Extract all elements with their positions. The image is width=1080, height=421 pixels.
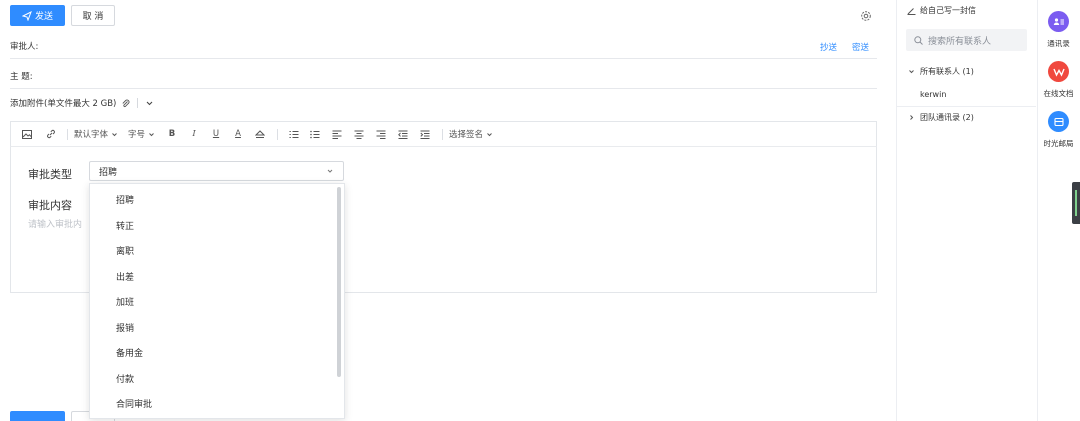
toolbar-divider: [67, 128, 68, 140]
dropdown-option[interactable]: 报销: [90, 315, 344, 341]
approval-type-label: 审批类型: [28, 168, 72, 181]
approval-type-dropdown: 招聘 转正 离职 出差 加班 报销 备用金 付款 合同审批: [89, 183, 345, 419]
cancel-button-label: 取 消: [82, 12, 104, 22]
chevron-down-icon: [149, 132, 154, 136]
bullet-list-icon[interactable]: [304, 124, 326, 144]
font-color-button[interactable]: A: [227, 124, 249, 144]
highlight-icon[interactable]: [249, 124, 271, 144]
signature-label: 选择签名: [449, 130, 484, 140]
attachment-separator: [137, 98, 139, 108]
signature-select[interactable]: 选择签名: [449, 124, 493, 144]
font-size-label: 字号: [128, 130, 146, 140]
send-button-label: 发送: [34, 12, 53, 22]
chevron-right-icon: [910, 115, 914, 120]
pen-icon: [907, 8, 916, 15]
docs-app-label: 在线文档: [1043, 89, 1074, 98]
time-mail-app-button[interactable]: [1048, 111, 1069, 132]
send-icon: [21, 10, 32, 21]
bold-button[interactable]: B: [161, 124, 183, 144]
contact-item[interactable]: kerwin: [920, 90, 946, 99]
send-button[interactable]: 发送: [10, 5, 65, 26]
chevron-down-icon[interactable]: [145, 99, 154, 108]
dropdown-option[interactable]: 出差: [90, 264, 344, 290]
side-drawer-grip: [1075, 190, 1077, 216]
add-attachment-link[interactable]: 添加附件(单文件最大 2 GB): [10, 97, 116, 109]
subject-label: 主 题:: [10, 71, 33, 82]
outdent-icon[interactable]: [392, 124, 414, 144]
dropdown-option[interactable]: 合同审批: [90, 391, 344, 417]
chevron-down-icon: [112, 132, 117, 136]
dropdown-option[interactable]: 加班: [90, 289, 344, 315]
paperclip-icon: [122, 99, 130, 107]
approval-type-value: 招聘: [99, 167, 118, 178]
dropdown-option[interactable]: 招聘: [90, 187, 344, 213]
font-family-label: 默认字体: [74, 130, 109, 140]
contacts-app-button[interactable]: [1048, 11, 1069, 32]
team-contacts-label: 团队通讯录 (2): [920, 113, 974, 122]
dropdown-option[interactable]: 备用金: [90, 340, 344, 366]
toolbar-divider: [277, 128, 279, 140]
link-icon[interactable]: [41, 124, 61, 144]
contacts-app-label: 通讯录: [1047, 39, 1070, 48]
send-button-bottom[interactable]: [10, 411, 65, 421]
dropdown-option[interactable]: 离职: [90, 238, 344, 264]
dropdown-option[interactable]: 转正: [90, 213, 344, 239]
time-mail-icon: [1053, 117, 1064, 126]
approval-content-label: 审批内容: [28, 199, 72, 212]
attachment-row: 添加附件(单文件最大 2 GB): [10, 95, 154, 111]
cc-link[interactable]: 抄送: [820, 41, 837, 53]
compose-panel: 发送 取 消 审批人: 抄送 密送 主 题: 添加附件(单文件最大 2 GB) …: [0, 0, 887, 421]
contact-search-input[interactable]: 搜索所有联系人: [906, 29, 1027, 51]
write-to-self-link[interactable]: 给自己写一封信: [907, 5, 976, 16]
align-left-icon[interactable]: [326, 124, 348, 144]
search-icon: [914, 35, 923, 45]
image-icon[interactable]: [19, 124, 35, 144]
time-mail-app-label: 时光邮局: [1043, 139, 1074, 148]
indent-icon[interactable]: [414, 124, 436, 144]
font-size-select[interactable]: 字号: [128, 124, 155, 144]
docs-icon: [1052, 68, 1065, 77]
approval-content-input[interactable]: 请输入审批内: [28, 217, 82, 230]
contacts-divider: [897, 106, 1036, 107]
docs-app-button[interactable]: [1048, 61, 1069, 82]
bcc-link[interactable]: 密送: [852, 41, 869, 53]
dropdown-scrollbar[interactable]: [337, 187, 341, 377]
chevron-down-icon: [327, 169, 333, 173]
align-right-icon[interactable]: [370, 124, 392, 144]
all-contacts-label: 所有联系人 (1): [920, 67, 974, 76]
font-family-select[interactable]: 默认字体: [74, 124, 118, 144]
chevron-down-icon: [487, 132, 492, 136]
contacts-panel: 给自己写一封信: [896, 0, 1036, 421]
toolbar-divider: [442, 128, 444, 140]
contacts-icon: [1053, 17, 1064, 25]
align-center-icon[interactable]: [348, 124, 370, 144]
all-contacts-group[interactable]: 所有联系人 (1): [908, 66, 974, 77]
underline-button[interactable]: U: [205, 124, 227, 144]
approver-row[interactable]: 审批人:: [10, 33, 877, 59]
team-contacts-group[interactable]: 团队通讯录 (2): [908, 112, 974, 123]
ordered-list-icon[interactable]: [284, 124, 304, 144]
subject-row[interactable]: 主 题:: [10, 63, 877, 89]
chevron-down-icon: [909, 70, 914, 74]
editor-toolbar: 默认字体 字号 B I U A 选择签名: [10, 121, 877, 147]
approval-type-select[interactable]: 招聘: [89, 161, 344, 181]
italic-button[interactable]: I: [183, 124, 205, 144]
settings-icon[interactable]: [860, 10, 872, 22]
dropdown-option[interactable]: 付款: [90, 366, 344, 392]
approver-label: 审批人:: [10, 41, 39, 52]
contact-search-placeholder: 搜索所有联系人: [928, 36, 992, 47]
cancel-button[interactable]: 取 消: [71, 5, 115, 26]
write-to-self-label: 给自己写一封信: [920, 6, 976, 15]
